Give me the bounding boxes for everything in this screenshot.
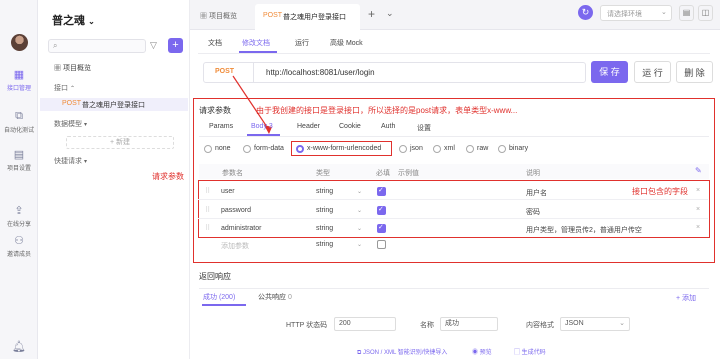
rail-item-share[interactable]: ⇪ 在线分享 [0, 204, 38, 228]
left-annotation: 请求参数 [152, 172, 184, 181]
name-label: 名称 [420, 322, 434, 329]
quick-request-section[interactable]: 快捷请求 ▾ [54, 156, 87, 166]
project-name[interactable]: 普之魂 ⌄ [52, 12, 95, 28]
required-checkbox[interactable] [377, 205, 386, 215]
invite-icon: ⚇ [14, 235, 24, 247]
add-tab-icon[interactable]: + [368, 7, 375, 21]
content-type-label: 内容格式 [526, 322, 554, 329]
chevron-down-icon: ⌄ [357, 242, 363, 248]
settings-icon: ▤ [13, 149, 25, 161]
radio-none[interactable] [204, 145, 212, 153]
response-tab-public[interactable]: 公共响应 0 [258, 292, 292, 302]
subtab-run[interactable]: 运行 [295, 38, 309, 48]
response-title: 返回响应 [199, 272, 231, 281]
params-tab-params[interactable]: Params [209, 123, 233, 130]
required-checkbox[interactable] [377, 240, 386, 249]
params-tab-auth[interactable]: Auth [381, 123, 395, 130]
add-button[interactable]: + [168, 38, 183, 53]
env-select[interactable]: 请选择环境 ⌄ [600, 5, 672, 21]
avatar[interactable] [11, 34, 28, 51]
required-checkbox[interactable] [377, 223, 386, 233]
params-tab-settings[interactable]: 设置 [417, 123, 431, 133]
http-code-label: HTTP 状态码 [286, 322, 328, 329]
radio-binary[interactable] [498, 145, 506, 153]
required-checkbox[interactable] [377, 186, 386, 196]
filter-icon[interactable]: ▽ [150, 40, 157, 51]
generate-code-link[interactable]: ▢ 生成代码 [514, 347, 546, 356]
bulk-edit-icon[interactable]: ✎ [695, 166, 702, 175]
params-tab-cookie[interactable]: Cookie [339, 123, 361, 130]
bell-icon[interactable]: 🔔︎ [0, 340, 38, 355]
radio-form-data[interactable] [243, 145, 251, 153]
preview-link[interactable]: ◉ 预览 [472, 347, 492, 356]
tab-more-icon[interactable]: ⌄ [386, 8, 394, 19]
import-link[interactable]: ⧉ JSON / XML 智能识别/快捷导入 [357, 347, 447, 357]
delete-button[interactable]: 删 除 [676, 61, 713, 83]
api-icon: ▦ [13, 69, 25, 81]
subtab-edit-doc[interactable]: 修改文档 [242, 38, 270, 48]
drag-handle-icon[interactable]: ⠿ [205, 187, 210, 195]
chevron-down-icon: ⌄ [357, 208, 363, 214]
right-annotation: 接口包含的字段 [632, 187, 688, 196]
tab-login-api[interactable]: POST 普之魂用户登录接口 [255, 4, 360, 30]
close-icon[interactable]: × [696, 224, 700, 231]
params-table-header [199, 164, 709, 179]
rail-item-api[interactable]: ▦ 接口管理 [0, 68, 38, 92]
project-overview-link[interactable]: ▦ 项目概览 [54, 63, 91, 73]
response-tab-success[interactable]: 成功 (200) [203, 292, 235, 302]
rail-item-automation[interactable]: ⧉ 自动化测试 [0, 110, 38, 134]
params-tab-body[interactable]: Body 3 [251, 123, 273, 130]
radio-json[interactable] [399, 145, 407, 153]
name-input[interactable]: 成功 [440, 317, 498, 331]
close-icon[interactable]: × [696, 187, 700, 194]
drag-handle-icon[interactable]: ⠿ [205, 206, 210, 214]
add-response-button[interactable]: + 添加 [676, 293, 696, 303]
rail-item-invite[interactable]: ⚇ 邀请成员 [0, 234, 38, 258]
tree-item-login-api[interactable]: POST 普之魂用户登录接口 [40, 98, 188, 111]
automation-icon: ⧉ [15, 110, 23, 122]
new-model-button[interactable]: + 新建 [66, 136, 174, 149]
rail-item-settings[interactable]: ▤ 项目设置 [0, 148, 38, 172]
http-code-input[interactable]: 200 [334, 317, 396, 331]
radio-urlencoded[interactable] [296, 145, 304, 153]
save-button[interactable]: 保 存 [591, 61, 628, 83]
chevron-down-icon: ⌄ [357, 226, 363, 232]
chevron-down-icon: ⌄ [357, 189, 363, 195]
data-model-section[interactable]: 数据模型 ▾ [54, 119, 87, 129]
tab-project-overview[interactable]: ▦ 项目概览 [200, 11, 237, 21]
subtab-doc[interactable]: 文档 [208, 38, 222, 48]
left-rail: ▦ 接口管理 ⧉ 自动化测试 ▤ 项目设置 ⇪ 在线分享 ⚇ 邀请成员 🔔︎ [0, 0, 38, 359]
drag-handle-icon[interactable]: ⠿ [205, 224, 210, 232]
api-section-label[interactable]: 接口 ⌃ [54, 83, 75, 93]
panel-icon[interactable]: ◫ [698, 5, 713, 21]
share-icon: ⇪ [14, 205, 24, 217]
content-type-select[interactable]: JSON ⌄ [560, 317, 630, 331]
sync-icon[interactable]: ↻ [578, 5, 593, 20]
close-icon[interactable]: × [696, 206, 700, 213]
radio-xml[interactable] [433, 145, 441, 153]
radio-raw[interactable] [466, 145, 474, 153]
run-button[interactable]: 运 行 [634, 61, 671, 83]
chevron-down-icon: ⌄ [88, 17, 95, 26]
tree-search-input[interactable]: ⌕ [48, 39, 146, 53]
env-manage-icon[interactable]: ▤ [679, 5, 694, 21]
subtab-mock[interactable]: 高级 Mock [330, 38, 363, 48]
chevron-down-icon: ⌄ [661, 9, 667, 16]
params-tab-header[interactable]: Header [297, 123, 320, 130]
top-annotation: 由于我创建的接口是登录接口，所以选择的是post请求，表单类型x-www... [256, 106, 518, 115]
search-icon: ⌕ [53, 41, 58, 50]
